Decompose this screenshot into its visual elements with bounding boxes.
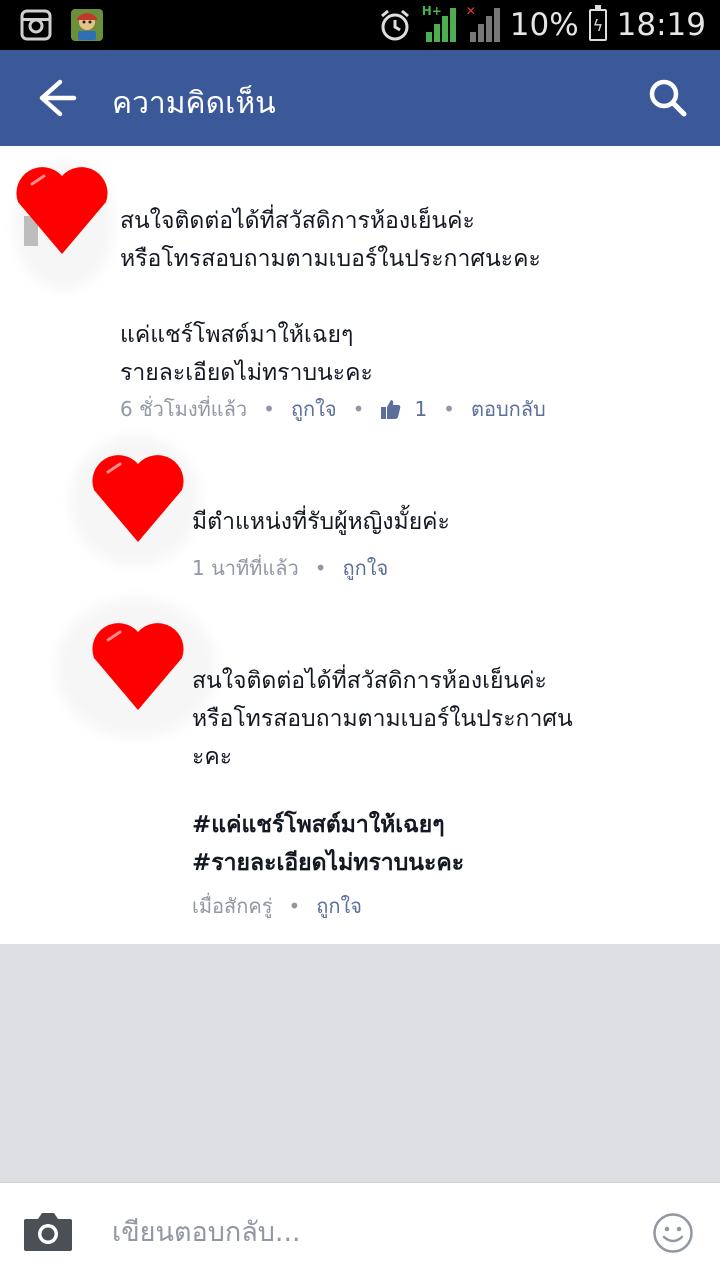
comment-text: สนใจติดต่อได้ที่สวัสดิการห้องเย็นค่ะ หรื… [192,668,573,770]
page-title: ความคิดเห็น [112,86,276,121]
battery-percent: 10% [509,7,579,43]
back-button[interactable] [28,74,84,122]
comment-item: สนใจติดต่อได้ที่สวัสดิการห้องเย็นค่ะ หรื… [0,146,720,436]
like-button[interactable]: ถูกใจ [291,393,337,425]
comment-time: 1 นาทีที่แล้ว [192,556,299,580]
emoji-button[interactable] [652,1212,694,1254]
network-type: H+ [421,4,442,18]
thumbs-up-icon [381,400,401,419]
comment-item: มีตำแหน่งที่รับผู้หญิงมั้ยค่ะ 1 นาทีที่แ… [0,436,720,606]
reply-composer [0,1182,720,1280]
camera-icon [24,1213,72,1251]
comment-time: 6 ชั่วโมงที่แล้ว [120,397,248,421]
smiley-icon [653,1213,693,1253]
status-bar: H+ ✕ 10% ϟ 18:19 [0,0,720,50]
reply-input[interactable] [112,1209,632,1255]
game-app-icon [71,9,103,41]
alarm-icon [380,9,409,41]
like-button[interactable]: ถูกใจ [343,552,389,584]
comment-meta: เมื่อสักครู่ • ถูกใจ [192,888,362,924]
system-status: H+ ✕ 10% ϟ 18:19 [378,0,706,50]
comment-meta: 1 นาทีที่แล้ว • ถูกใจ [192,550,388,586]
comment-item: สนใจติดต่อได้ที่สวัสดิการห้องเย็นค่ะ หรื… [0,598,720,928]
comment-text: มีตำแหน่งที่รับผู้หญิงมั้ยค่ะ [192,509,450,535]
camera-button[interactable] [22,1209,74,1253]
like-count[interactable]: 1 [380,397,427,421]
empty-area [0,944,720,1182]
search-button[interactable] [644,74,692,122]
comment-text: สนใจติดต่อได้ที่สวัสดิการห้องเย็นค่ะ หรื… [120,208,541,386]
second-sim-signal-icon: ✕ [466,4,500,42]
search-icon [649,79,687,117]
back-arrow-icon [39,79,77,117]
app-header: ความคิดเห็น [0,50,720,146]
avatar-heart-icon[interactable] [10,154,114,260]
avatar-heart-icon[interactable] [86,610,190,716]
comment-list[interactable]: สนใจติดต่อได้ที่สวัสดิการห้องเย็นค่ะ หรื… [0,146,720,944]
like-button[interactable]: ถูกใจ [316,890,362,922]
comment-meta: 6 ชั่วโมงที่แล้ว • ถูกใจ • 1 • ตอบกลับ [120,391,546,427]
avatar-heart-icon[interactable] [86,442,190,548]
battery-icon: ϟ [588,5,607,41]
notification-icons [20,8,104,42]
clock: 18:19 [616,7,706,43]
instagram-icon [20,9,52,41]
comment-hashtags[interactable]: #แค่แชร์โพสต์มาให้เฉยๆ #รายละเอียดไม่ทรา… [192,806,692,882]
mobile-signal-icon: H+ [422,4,456,42]
reply-button[interactable]: ตอบกลับ [471,393,546,425]
comment-time: เมื่อสักครู่ [192,894,273,918]
